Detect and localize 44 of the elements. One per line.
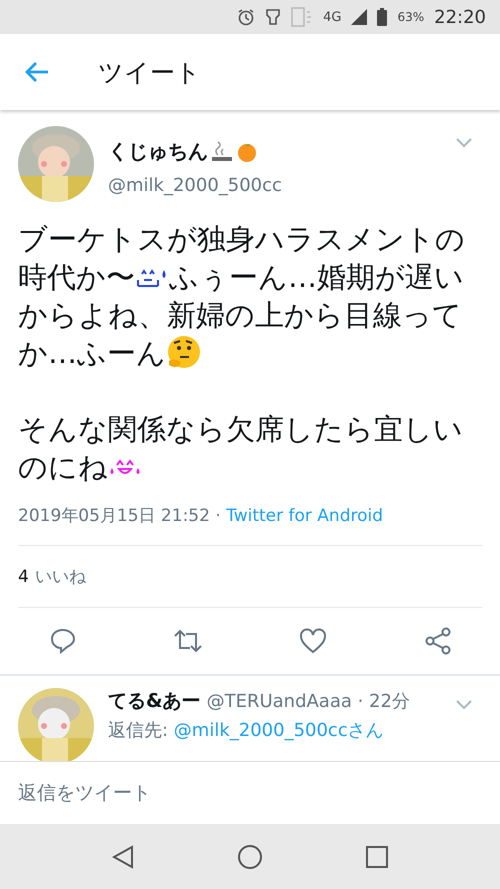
heart-icon [299,628,328,654]
back-triangle-icon [112,844,134,868]
cigarette-emoji-icon [210,140,234,162]
home-circle-icon [236,844,263,870]
share-icon [424,627,452,655]
tweet-text: ふぅーん…婚期が遅い [169,259,464,296]
back-button[interactable] [24,61,50,83]
home-nav-button[interactable] [236,844,263,870]
signal-icon [351,9,368,25]
thinking-emoji-icon [166,335,202,371]
battery-percent: 63% [397,10,424,24]
mention-link[interactable]: @milk_2000_500ccさん [174,720,384,741]
network-label: 4G [323,10,342,24]
rotate-icon [291,7,314,27]
battery-icon [377,8,388,26]
reply-input-field[interactable]: 返信をツイート [16,781,484,805]
reply-to-text: 返信先: @milk_2000_500ccさん [108,719,385,742]
clock: 22:20 [434,6,486,28]
reply-button[interactable] [50,628,76,654]
page-title: ツイート [98,56,201,88]
like-button[interactable] [299,628,328,654]
retweet-icon [172,628,203,654]
tweet-text: のにね [18,449,108,486]
tweet-text: そんな関係なら欠席したら宜しい [18,411,463,448]
retweet-button[interactable] [172,628,203,654]
tweet-text: ブーケトスが独身ハラスメントの [18,221,465,258]
author-handle[interactable]: @milk_2000_500cc [108,175,442,196]
alarm-icon [237,8,256,26]
tweet-text: か…ふーん [18,335,166,372]
tweet-text: からよね、新婦の上から目線って [18,297,462,334]
author-name[interactable]: くじゅちん [108,138,208,165]
source-link[interactable]: Twitter for Android [226,506,384,526]
tweet-text: 時代か〜 [18,259,135,296]
reply-handle: @TERUandAaaa · 22分 [206,690,410,713]
share-button[interactable] [424,627,452,655]
reply-author-name[interactable]: てる&あー [108,688,201,714]
recents-square-icon [366,846,388,868]
comment-icon [50,628,76,654]
recents-nav-button[interactable] [366,846,388,868]
like-count[interactable]: 4 [18,566,29,586]
like-label[interactable]: いいね [34,565,86,588]
tweet-timestamp: 2019年05月15日 21:52 · Twitter for Android [18,505,384,527]
back-nav-button[interactable] [112,844,134,868]
back-arrow-icon [24,61,50,83]
